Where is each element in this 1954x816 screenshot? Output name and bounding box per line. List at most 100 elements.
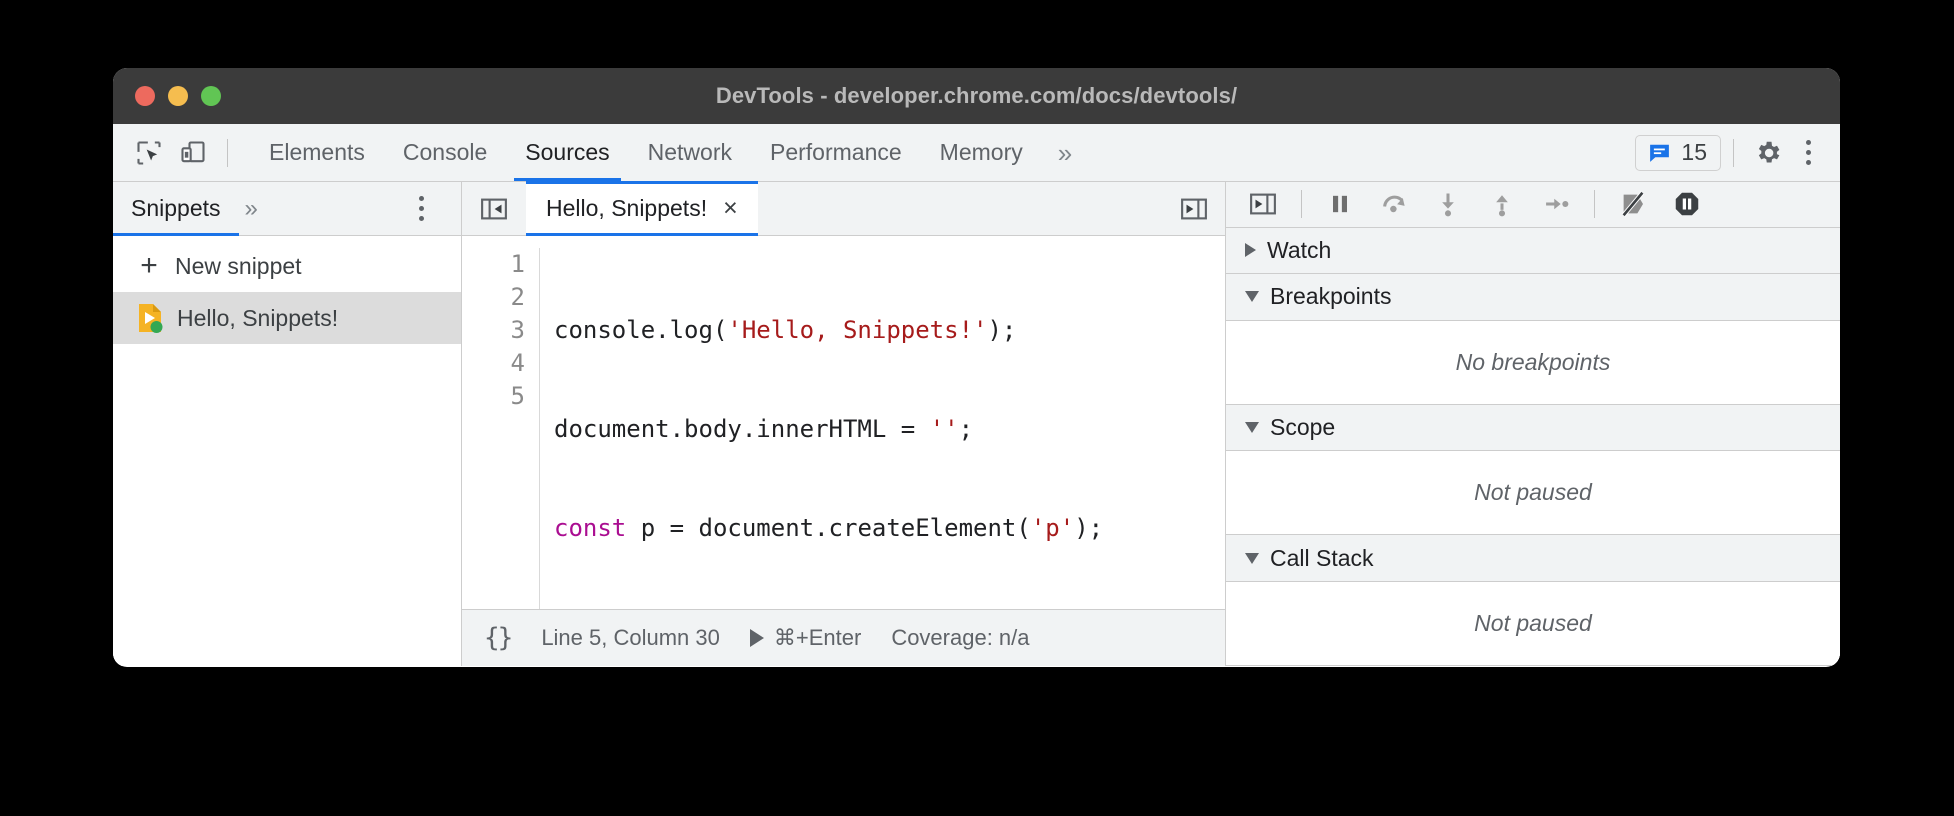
close-icon[interactable]: × (723, 196, 738, 221)
devtools-body: Snippets » + New snippet (113, 182, 1840, 666)
navigator-pane: Snippets » + New snippet (113, 182, 462, 666)
line-number: 3 (462, 314, 525, 347)
more-panels-button[interactable]: » (1042, 124, 1088, 181)
pause-script-icon (1326, 190, 1354, 218)
tab-sources-label: Sources (525, 139, 609, 166)
kebab-dot-3 (1806, 160, 1811, 165)
section-title-scope: Scope (1270, 414, 1335, 441)
coverage-label: Coverage: n/a (891, 625, 1029, 651)
navigator-more-options-button[interactable] (403, 182, 461, 235)
devtools-main-toolbar: Elements Console Sources Network Perform… (113, 124, 1840, 182)
editor-tab-hello-snippets[interactable]: Hello, Snippets! × (526, 182, 758, 235)
chevron-down-icon (1245, 553, 1259, 564)
code-editor[interactable]: 1 2 3 4 5 console.log('Hello, Snippets!'… (462, 236, 1225, 609)
run-shortcut-hint[interactable]: ⌘+Enter (750, 625, 861, 651)
window-titlebar: DevTools - developer.chrome.com/docs/dev… (113, 68, 1840, 124)
section-body-call-stack: Not paused (1226, 582, 1840, 666)
code-line-3: const p = document.createElement('p'); (554, 512, 1103, 545)
run-snippet-button[interactable] (1163, 182, 1225, 235)
step-out-button[interactable] (1477, 182, 1527, 226)
tab-console[interactable]: Console (384, 124, 506, 181)
step-into-button[interactable] (1423, 182, 1473, 226)
section-header-breakpoints[interactable]: Breakpoints (1226, 274, 1840, 320)
code-line-1-text: console.log('Hello, Snippets!'); (554, 316, 1016, 344)
step-over-button[interactable] (1369, 182, 1419, 226)
tab-memory-label: Memory (940, 139, 1023, 166)
devtools-window: DevTools - developer.chrome.com/docs/dev… (113, 68, 1840, 667)
cursor-position-label: Line 5, Column 30 (541, 625, 720, 651)
run-shortcut-label: ⌘+Enter (774, 625, 861, 651)
debugger-pane: Watch Breakpoints No breakpoints Scope N… (1226, 182, 1840, 666)
tab-memory[interactable]: Memory (921, 124, 1042, 181)
tab-network-label: Network (648, 139, 732, 166)
nav-tab-snippets[interactable]: Snippets (113, 182, 239, 235)
tab-performance[interactable]: Performance (751, 124, 921, 181)
section-header-watch[interactable]: Watch (1226, 228, 1840, 274)
inspect-element-icon (135, 139, 163, 167)
chevron-double-right-icon: » (245, 195, 258, 223)
customize-devtools-button[interactable] (1790, 135, 1826, 171)
minimize-window-button[interactable] (168, 86, 188, 106)
line-number: 4 (462, 347, 525, 380)
step-icon (1542, 190, 1570, 218)
tab-console-label: Console (403, 139, 487, 166)
gear-icon (1753, 138, 1783, 168)
pause-on-exceptions-button[interactable] (1662, 182, 1712, 226)
step-out-icon (1488, 190, 1516, 218)
section-body-scope: Not paused (1226, 451, 1840, 535)
editor-tabbar-spacer (758, 182, 1163, 235)
code-line-1: console.log('Hello, Snippets!'); (554, 314, 1103, 347)
toggle-device-toolbar-button[interactable] (171, 131, 215, 175)
pause-script-button[interactable] (1315, 182, 1365, 226)
inspect-element-button[interactable] (127, 131, 171, 175)
deactivate-breakpoints-icon (1618, 189, 1648, 219)
panel-tab-list: Elements Console Sources Network Perform… (250, 124, 1088, 181)
section-body-breakpoints: No breakpoints (1226, 321, 1840, 405)
nav-tab-snippets-label: Snippets (131, 195, 221, 222)
section-header-scope[interactable]: Scope (1226, 405, 1840, 451)
snippets-list: + New snippet Hello, Snippets! (113, 236, 461, 666)
kebab-dot-2 (1806, 150, 1811, 155)
navigator-tabbar: Snippets » (113, 182, 461, 236)
console-messages-badge[interactable]: 15 (1635, 135, 1721, 171)
new-snippet-button[interactable]: + New snippet (113, 240, 461, 292)
settings-button[interactable] (1746, 131, 1790, 175)
toolbar-divider (227, 139, 228, 167)
tab-performance-label: Performance (770, 139, 902, 166)
editor-status-bar: {} Line 5, Column 30 ⌘+Enter Coverage: n… (462, 609, 1225, 666)
tab-elements-label: Elements (269, 139, 365, 166)
tab-elements[interactable]: Elements (250, 124, 384, 181)
step-button[interactable] (1531, 182, 1581, 226)
chevron-double-right-icon: » (1058, 140, 1072, 166)
section-title-breakpoints: Breakpoints (1270, 283, 1391, 310)
tab-network[interactable]: Network (629, 124, 751, 181)
collapse-navigator-button[interactable] (462, 182, 526, 235)
chevron-right-icon (1245, 243, 1256, 257)
navigator-more-tabs-button[interactable]: » (239, 182, 264, 235)
close-window-button[interactable] (135, 86, 155, 106)
editor-pane: Hello, Snippets! × 1 2 3 4 (462, 182, 1226, 666)
deactivate-breakpoints-button[interactable] (1608, 182, 1658, 226)
section-header-call-stack[interactable]: Call Stack (1226, 535, 1840, 581)
snippet-file-icon (137, 303, 163, 333)
plus-icon: + (137, 251, 161, 281)
list-item[interactable]: Hello, Snippets! (113, 292, 461, 344)
tab-sources[interactable]: Sources (506, 124, 628, 181)
run-snippet-icon (1179, 194, 1209, 224)
toolbar-right-group: 15 (1635, 131, 1840, 175)
pause-on-exceptions-icon (1672, 189, 1702, 219)
toolbar-divider-right (1733, 139, 1734, 167)
console-messages-count: 15 (1681, 139, 1707, 166)
section-title-watch: Watch (1267, 237, 1331, 264)
show-debugger-sidebar-button[interactable] (1238, 182, 1288, 226)
maximize-window-button[interactable] (201, 86, 221, 106)
step-into-icon (1434, 190, 1462, 218)
code-line-2: document.body.innerHTML = ''; (554, 413, 1103, 446)
snippet-item-label: Hello, Snippets! (177, 305, 338, 332)
kebab-dot-1 (419, 196, 424, 201)
debugger-toolbar-divider (1301, 190, 1302, 218)
window-title: DevTools - developer.chrome.com/docs/dev… (716, 83, 1237, 109)
show-debugger-sidebar-icon (1248, 189, 1278, 219)
pretty-print-button[interactable]: {} (484, 623, 511, 653)
debugger-toolbar-divider-2 (1594, 190, 1595, 218)
